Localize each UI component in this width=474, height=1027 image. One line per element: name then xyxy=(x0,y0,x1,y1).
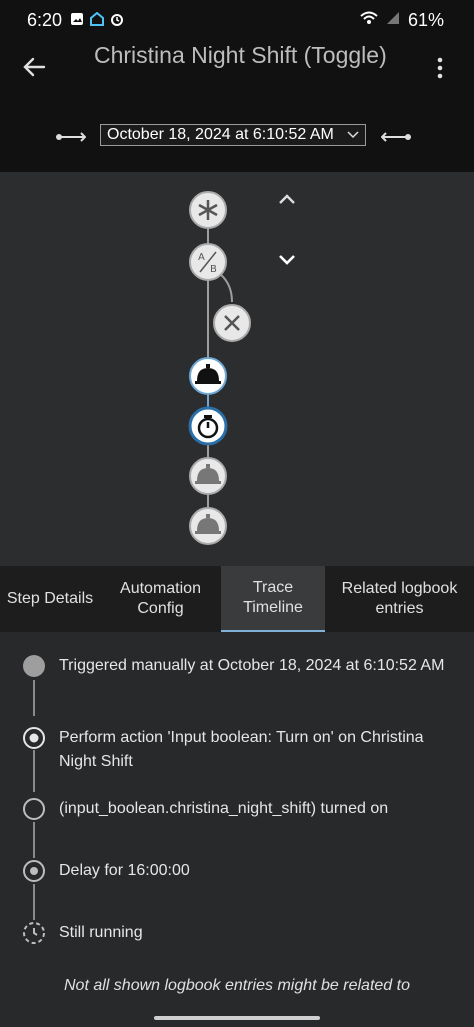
trigger-dot-icon xyxy=(22,654,46,678)
state-circle-icon xyxy=(22,797,46,821)
condition-fail-node[interactable] xyxy=(213,304,251,342)
next-step-button[interactable] xyxy=(276,248,298,275)
timeline-entry: Triggered manually at October 18, 2024 a… xyxy=(59,657,445,674)
arrow-left-icon xyxy=(23,57,46,77)
more-vertical-icon xyxy=(437,57,443,79)
timeline-entry: Still running xyxy=(59,924,143,941)
delay-dot-icon xyxy=(22,859,46,883)
wifi-icon xyxy=(360,11,378,30)
tab-automation-config[interactable]: Automation Config xyxy=(100,566,221,632)
action-node-2[interactable] xyxy=(189,457,227,495)
clock-outline-icon xyxy=(22,921,46,945)
status-icons xyxy=(70,11,124,26)
gallery-icon xyxy=(70,12,84,26)
status-bar: 6:20 61% xyxy=(0,0,474,42)
svg-text:A: A xyxy=(198,252,205,263)
next-trace-button[interactable] xyxy=(380,130,411,148)
logbook-note: Not all shown logbook entries might be r… xyxy=(64,977,410,994)
battery-level: 61% xyxy=(407,10,444,30)
delay-node[interactable] xyxy=(188,406,228,446)
svg-text:B: B xyxy=(210,264,217,275)
trace-timeline xyxy=(0,632,474,1027)
tab-related-logbook[interactable]: Related logbook entries xyxy=(325,566,474,632)
trigger-node[interactable] xyxy=(189,191,227,229)
timeline-entry: Delay for 16:00:00 xyxy=(59,862,190,879)
overflow-menu-button[interactable] xyxy=(430,56,450,80)
back-button[interactable] xyxy=(22,54,48,80)
tab-step-details[interactable]: Step Details xyxy=(0,566,100,632)
timeline-entry: Perform action 'Input boolean: Turn on' … xyxy=(59,729,424,770)
action-node[interactable] xyxy=(189,357,227,395)
timeline-entry: (input_boolean.christina_night_shift) tu… xyxy=(59,800,389,817)
google-home-icon xyxy=(90,11,104,26)
timeline-connector xyxy=(33,680,35,716)
chevron-up-icon xyxy=(279,194,295,204)
trace-graph: A B xyxy=(0,172,474,566)
page-title: Christina Night Shift (Toggle) xyxy=(94,42,387,68)
chevron-down-icon xyxy=(347,131,359,139)
arrow-right-bar-icon xyxy=(380,132,411,142)
chevron-down-icon xyxy=(279,255,295,265)
trace-graph-canvas: A B xyxy=(188,191,251,545)
status-time: 6:20 xyxy=(27,10,63,30)
trace-date-select[interactable]: October 18, 2024 at 6:10:52 AM xyxy=(100,124,366,146)
home-indicator[interactable] xyxy=(154,1016,320,1020)
signal-icon xyxy=(386,11,400,30)
action-node-3[interactable] xyxy=(189,507,227,545)
previous-step-button[interactable] xyxy=(276,188,298,215)
tab-trace-timeline[interactable]: Trace Timeline xyxy=(221,566,325,632)
timeline-connector xyxy=(33,822,35,858)
arrow-left-bar-icon xyxy=(56,132,87,142)
timeline-connector xyxy=(33,750,35,792)
tab-bar: Step Details Automation Config Trace Tim… xyxy=(0,566,474,632)
timeline-connector xyxy=(33,884,35,920)
alarm-icon xyxy=(110,12,124,26)
action-dot-icon xyxy=(22,726,46,750)
trace-date-value: October 18, 2024 at 6:10:52 AM xyxy=(107,126,334,143)
previous-trace-button[interactable] xyxy=(56,130,87,148)
condition-node[interactable]: A B xyxy=(189,243,227,281)
